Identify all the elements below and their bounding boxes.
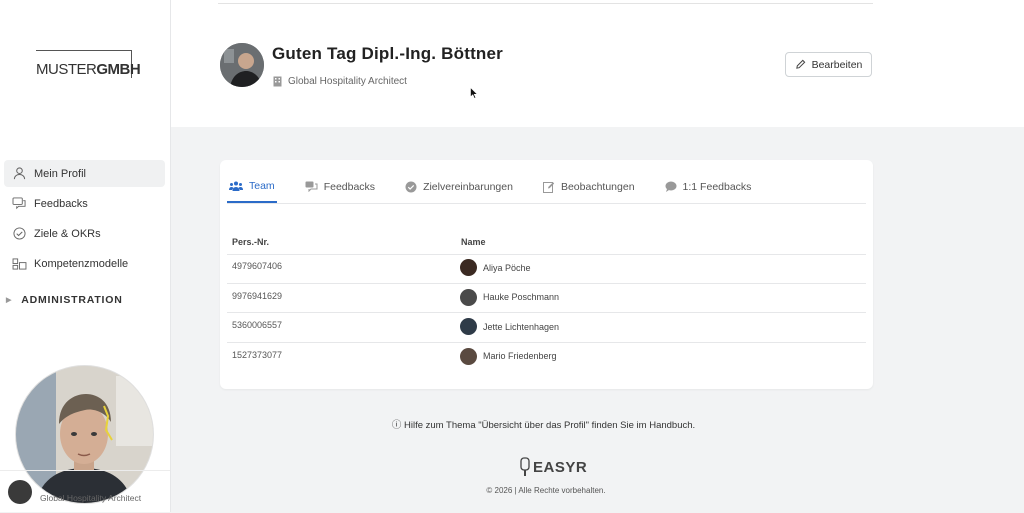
help-link[interactable]: ⓘ Hilfe zum Thema "Übersicht über das Pr… xyxy=(171,417,916,431)
pers-nr-cell: 5360006557 xyxy=(232,320,283,330)
current-user-role: Global Hospitality Architect xyxy=(40,493,142,503)
sidebar-nav: Mein Profil Feedbacks Ziele & OKRs Kompe… xyxy=(4,160,165,280)
profile-avatar xyxy=(220,43,264,87)
tab-label: Feedbacks xyxy=(323,180,376,193)
tab-beobachtungen[interactable]: Beobachtungen xyxy=(541,170,637,203)
table-row[interactable]: 5360006557 Jette Lichtenhagen xyxy=(227,313,866,343)
divider xyxy=(218,0,873,4)
sidebar-item-label: Mein Profil xyxy=(34,167,86,180)
tab-team[interactable]: Team xyxy=(227,170,277,203)
question-circle-icon: ⓘ xyxy=(391,420,402,431)
column-header-name[interactable]: Name xyxy=(461,237,486,247)
team-card: Team Feedbacks Zielvereinbarungen Beobac… xyxy=(220,160,873,389)
profile-tabs: Team Feedbacks Zielvereinbarungen Beobac… xyxy=(227,170,866,204)
table-row[interactable]: 9976941629 Hauke Poschmann xyxy=(227,284,866,313)
pencil-icon xyxy=(795,59,806,70)
check-circle-icon xyxy=(4,227,34,240)
building-icon xyxy=(273,76,282,87)
tab-label: 1:1 Feedbacks xyxy=(682,180,752,193)
company-logo[interactable]: MUSTERGMBH xyxy=(36,50,141,78)
help-text: Hilfe zum Thema "Übersicht über das Prof… xyxy=(403,420,696,431)
sidebar-item-ziele-okrs[interactable]: Ziele & OKRs xyxy=(4,220,165,247)
avatar xyxy=(8,480,32,504)
name-cell: Hauke Poschmann xyxy=(483,292,560,302)
name-cell: Aliya Pöche xyxy=(483,262,531,273)
team-table-body: 4979607406 Aliya Pöche 9976941629 Hauke … xyxy=(227,254,866,371)
caret-right-icon: ▶ xyxy=(6,297,13,304)
table-header: Pers.-Nr. Name xyxy=(227,233,866,255)
edit-profile-button[interactable]: Bearbeiten xyxy=(785,52,872,77)
avatar xyxy=(460,288,477,306)
avatar xyxy=(460,318,477,335)
pers-nr-cell: 9976941629 xyxy=(232,290,283,301)
sidebar-section-administration[interactable]: ▶ ADMINISTRATION xyxy=(6,294,123,306)
avatar xyxy=(460,347,477,365)
sidebar-item-feedbacks[interactable]: Feedbacks xyxy=(4,190,165,217)
sidebar-item-label: Kompetenzmodelle xyxy=(34,257,129,270)
team-icon xyxy=(229,181,243,191)
name-cell: Jette Lichtenhagen xyxy=(483,321,560,332)
name-cell: Mario Friedenberg xyxy=(483,351,557,361)
page-title: Guten Tag Dipl.-Ing. Böttner xyxy=(272,44,503,63)
tab-zielvereinbarungen[interactable]: Zielvereinbarungen xyxy=(403,170,515,203)
edit-button-label: Bearbeiten xyxy=(811,58,863,71)
profile-header: Guten Tag Dipl.-Ing. Böttner Global Hosp… xyxy=(171,0,1024,127)
tab-label: Team xyxy=(249,179,275,192)
column-header-pers-nr[interactable]: Pers.-Nr. xyxy=(232,237,269,247)
sidebar-item-label: Feedbacks xyxy=(34,197,88,210)
user-icon xyxy=(4,167,34,180)
copyright-text: © 2026 | Alle Rechte vorbehalten. xyxy=(486,486,606,495)
chat-bubbles-icon xyxy=(4,197,34,210)
table-row[interactable]: 4979607406 Aliya Pöche xyxy=(227,254,866,284)
mouse-cursor-icon xyxy=(470,86,479,104)
current-user-footer[interactable]: Global Hospitality Architect xyxy=(0,470,170,513)
sidebar-item-label: Ziele & OKRs xyxy=(34,227,101,240)
easyr-logo-icon xyxy=(520,457,530,477)
tab-label: Beobachtungen xyxy=(560,180,635,193)
footer-logo: EASYR xyxy=(520,457,587,477)
profile-role-text: Global Hospitality Architect xyxy=(288,76,407,87)
sidebar-section-label: ADMINISTRATION xyxy=(21,294,123,306)
check-circle-icon xyxy=(405,181,417,193)
pers-nr-cell: 1527373077 xyxy=(232,349,283,360)
sidebar-item-kompetenzmodelle[interactable]: Kompetenzmodelle xyxy=(4,250,165,277)
avatar xyxy=(460,259,477,276)
edit-note-icon xyxy=(542,181,555,193)
tab-1-1-feedbacks[interactable]: 1:1 Feedbacks xyxy=(663,170,754,203)
tab-feedbacks[interactable]: Feedbacks xyxy=(303,170,377,203)
logo-text-light: MUSTER xyxy=(36,61,97,78)
sidebar-item-mein-profil[interactable]: Mein Profil xyxy=(4,160,165,187)
feedback-icon xyxy=(305,181,318,192)
comment-icon xyxy=(665,181,677,192)
pers-nr-cell: 4979607406 xyxy=(232,261,283,271)
footer-brand-text: EASYR xyxy=(533,458,588,476)
table-row[interactable]: 1527373077 Mario Friedenberg xyxy=(227,343,866,372)
sidebar: MUSTERGMBH Mein Profil Feedbacks Ziele &… xyxy=(0,0,171,512)
tab-label: Zielvereinbarungen xyxy=(423,180,513,193)
model-grid-icon xyxy=(4,257,34,270)
logo-text-bold: GMBH xyxy=(96,61,141,78)
profile-role: Global Hospitality Architect xyxy=(273,76,407,87)
